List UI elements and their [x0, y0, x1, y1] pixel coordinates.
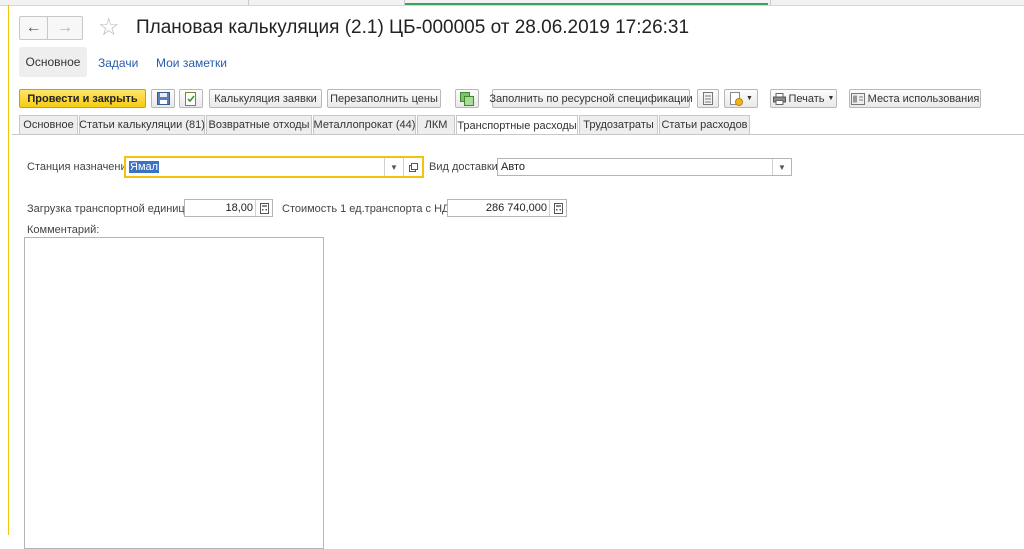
- usage-places-label: Места использования: [867, 92, 980, 105]
- delivery-dropdown-button[interactable]: ▼: [772, 159, 791, 175]
- section-notes-link[interactable]: Мои заметки: [156, 56, 227, 70]
- create-based-on-button[interactable]: ▼: [724, 89, 758, 108]
- tab-transport-costs[interactable]: Транспортные расходы: [456, 115, 578, 135]
- tab-paints[interactable]: ЛКМ: [417, 115, 455, 134]
- fill-by-resource-spec-button[interactable]: Заполнить по ресурсной спецификации: [489, 89, 693, 108]
- copy-button[interactable]: [455, 89, 479, 108]
- print-button[interactable]: Печать ▼: [770, 89, 837, 108]
- open-item-icon: [408, 162, 418, 172]
- list-icon: [703, 92, 713, 105]
- load-calculator-button[interactable]: [255, 200, 272, 216]
- post-and-close-button[interactable]: Провести и закрыть: [19, 89, 146, 108]
- station-label: Станция назначения:: [27, 161, 136, 173]
- tab-expense-items[interactable]: Статьи расходов: [659, 115, 750, 134]
- station-open-button[interactable]: [403, 158, 422, 176]
- tab-labor[interactable]: Трудозатраты: [579, 115, 658, 134]
- tab-bar-underline: [12, 134, 1024, 135]
- chevron-down-icon: ▼: [746, 95, 753, 102]
- cost-calculator-button[interactable]: [549, 200, 566, 216]
- section-tasks-link[interactable]: Задачи: [98, 56, 138, 70]
- cost-input[interactable]: 286 740,000: [447, 199, 567, 217]
- star-icon[interactable]: ☆: [98, 13, 120, 42]
- back-button[interactable]: ←: [19, 16, 48, 40]
- tab-calc-items[interactable]: Статьи калькуляции (81): [79, 115, 205, 134]
- document-post-icon: [185, 91, 196, 106]
- load-input[interactable]: 18,00: [184, 199, 273, 217]
- tab-main[interactable]: Основное: [19, 115, 78, 134]
- station-dropdown-button[interactable]: ▼: [384, 158, 403, 176]
- usage-places-icon: [850, 92, 865, 105]
- active-window-tab-indicator: [405, 3, 768, 5]
- station-value: Ямал: [129, 161, 160, 173]
- calculator-icon: [259, 202, 269, 214]
- tab-return-waste[interactable]: Возвратные отходы: [206, 115, 312, 134]
- save-icon: [156, 92, 170, 105]
- copy-green-icon: [460, 91, 474, 106]
- load-value: 18,00: [225, 202, 253, 214]
- chevron-down-icon: ▼: [827, 95, 835, 102]
- cost-label: Стоимость 1 ед.транспорта с НДС:: [282, 203, 461, 215]
- station-input[interactable]: Ямал ▼: [124, 156, 424, 178]
- post-document-button[interactable]: [179, 89, 203, 108]
- arrow-left-icon: ←: [25, 19, 42, 36]
- left-accent-line: [8, 5, 9, 535]
- load-label: Загрузка транспортной единицы:: [27, 203, 196, 215]
- page-title: Плановая калькуляция (2.1) ЦБ-000005 от …: [136, 17, 690, 38]
- calculator-icon: [553, 202, 563, 214]
- comment-textarea[interactable]: [24, 237, 324, 549]
- chevron-down-icon: ▼: [778, 162, 786, 172]
- document-create-icon: [730, 91, 744, 106]
- usage-places-button[interactable]: Места использования: [849, 89, 981, 108]
- forward-button[interactable]: →: [47, 16, 83, 40]
- delivery-label: Вид доставки:: [429, 161, 501, 173]
- delivery-select[interactable]: Авто ▼: [497, 158, 792, 176]
- section-main[interactable]: Основное: [19, 47, 87, 77]
- save-button[interactable]: [151, 89, 175, 108]
- refill-prices-button[interactable]: Перезаполнить цены: [327, 89, 441, 108]
- chevron-down-icon: ▼: [390, 162, 398, 172]
- printer-icon: [772, 92, 786, 105]
- tab-rolled-metal[interactable]: Металлопрокат (44): [313, 115, 416, 134]
- comment-label: Комментарий:: [27, 224, 100, 236]
- arrow-right-icon: →: [57, 19, 73, 36]
- list-button[interactable]: [697, 89, 719, 108]
- delivery-value: Авто: [501, 161, 525, 173]
- order-calculation-button[interactable]: Калькуляция заявки: [209, 89, 322, 108]
- cost-value: 286 740,000: [485, 202, 547, 214]
- print-label: Печать: [788, 92, 825, 105]
